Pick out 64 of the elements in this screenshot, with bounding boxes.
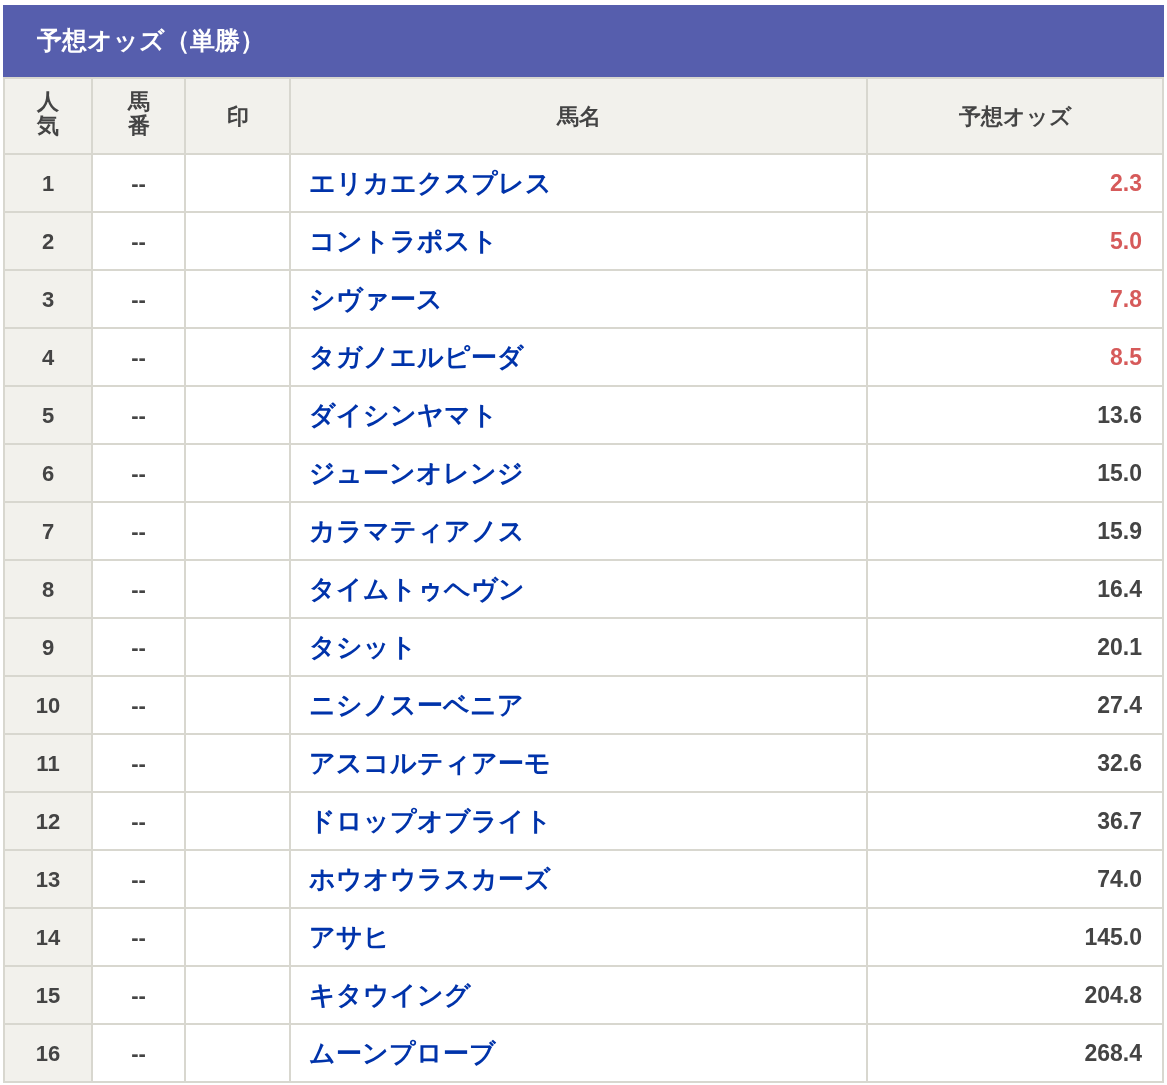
horse-name-link[interactable]: タガノエルピーダ: [309, 341, 524, 372]
horse-number-cell: --: [92, 676, 185, 734]
horse-name-link[interactable]: ムーンプローブ: [309, 1037, 496, 1068]
horse-number-cell: --: [92, 386, 185, 444]
horse-number-cell: --: [92, 444, 185, 502]
odds-cell: 5.0: [867, 212, 1163, 270]
odds-cell: 13.6: [867, 386, 1163, 444]
horse-number-cell: --: [92, 618, 185, 676]
horse-number-cell: --: [92, 850, 185, 908]
horse-number-cell: --: [92, 908, 185, 966]
rank-cell: 16: [4, 1024, 92, 1082]
horse-number-cell: --: [92, 270, 185, 328]
horse-name-link[interactable]: アサヒ: [309, 921, 390, 952]
horse-number-cell: --: [92, 328, 185, 386]
odds-cell: 32.6: [867, 734, 1163, 792]
rank-cell: 14: [4, 908, 92, 966]
odds-cell: 15.0: [867, 444, 1163, 502]
odds-cell: 204.8: [867, 966, 1163, 1024]
horse-number-cell: --: [92, 154, 185, 212]
horse-name-link[interactable]: コントラポスト: [309, 225, 498, 256]
horse-number-cell: --: [92, 792, 185, 850]
section-title: 予想オッズ（単勝）: [37, 25, 265, 57]
rank-cell: 3: [4, 270, 92, 328]
rank-cell: 10: [4, 676, 92, 734]
rank-cell: 15: [4, 966, 92, 1024]
odds-cell: 7.8: [867, 270, 1163, 328]
rank-cell: 11: [4, 734, 92, 792]
rank-cell: 9: [4, 618, 92, 676]
horse-name-link[interactable]: ニシノスーベニア: [309, 689, 524, 720]
odds-cell: 145.0: [867, 908, 1163, 966]
rank-cell: 4: [4, 328, 92, 386]
column-header: 馬名: [290, 78, 867, 154]
rank-cell: 5: [4, 386, 92, 444]
column-header: 馬番: [92, 78, 185, 154]
horse-name-link[interactable]: ジューンオレンジ: [309, 457, 524, 488]
horse-name-link[interactable]: シヴァース: [309, 283, 443, 314]
horse-number-cell: --: [92, 560, 185, 618]
horse-name-link[interactable]: タシット: [309, 631, 417, 662]
rank-cell: 8: [4, 560, 92, 618]
horse-name-link[interactable]: ダイシンヤマト: [309, 399, 498, 430]
horse-name-link[interactable]: キタウイング: [309, 979, 471, 1010]
odds-cell: 74.0: [867, 850, 1163, 908]
rank-cell: 6: [4, 444, 92, 502]
rank-cell: 2: [4, 212, 92, 270]
horse-number-cell: --: [92, 966, 185, 1024]
odds-cell: 268.4: [867, 1024, 1163, 1082]
odds-cell: 8.5: [867, 328, 1163, 386]
horse-number-cell: --: [92, 734, 185, 792]
horse-number-cell: --: [92, 1024, 185, 1082]
horse-number-cell: --: [92, 212, 185, 270]
column-header: 人気: [4, 78, 92, 154]
horse-number-cell: --: [92, 502, 185, 560]
rank-cell: 1: [4, 154, 92, 212]
rank-cell: 12: [4, 792, 92, 850]
odds-cell: 20.1: [867, 618, 1163, 676]
odds-cell: 27.4: [867, 676, 1163, 734]
rank-cell: 13: [4, 850, 92, 908]
odds-cell: 16.4: [867, 560, 1163, 618]
odds-cell: 15.9: [867, 502, 1163, 560]
rank-cell: 7: [4, 502, 92, 560]
odds-cell: 2.3: [867, 154, 1163, 212]
column-header: 予想オッズ: [867, 78, 1163, 154]
odds-cell: 36.7: [867, 792, 1163, 850]
column-header: 印: [185, 78, 290, 154]
